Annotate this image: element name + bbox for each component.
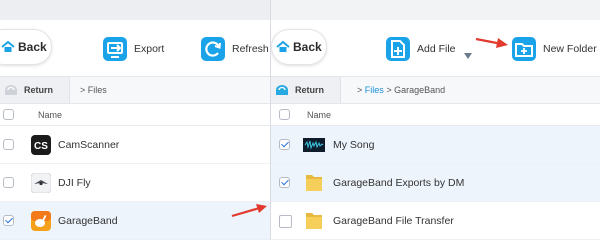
list-item[interactable]: GarageBand File Transfer [271,202,600,240]
breadcrumb: > Files [80,85,107,95]
row-checkbox[interactable] [3,177,14,188]
item-name: My Song [333,139,375,151]
svg-text:CS: CS [34,141,48,152]
home-icon [276,40,290,52]
list-item[interactable]: DJI Fly [0,164,270,202]
audio-file-thumbnail [303,138,325,152]
item-name: DJI Fly [58,177,91,189]
left-file-panel: Back Export Refresh Return > Files Name … [0,0,270,240]
window-top-bar [271,0,600,20]
return-label: Return [295,85,324,95]
column-header: Name [0,104,270,126]
folder-icon [306,213,322,229]
return-button[interactable]: Return [0,77,70,103]
name-column-header[interactable]: Name [307,110,331,120]
home-icon [1,40,15,52]
refresh-label: Refresh [232,43,269,55]
new-folder-button[interactable]: New Folder [509,34,597,64]
return-icon [5,85,17,95]
back-button[interactable]: Back [0,29,52,65]
new-folder-icon [512,37,536,61]
row-checkbox[interactable] [279,215,292,228]
return-icon [276,85,288,95]
breadcrumb-separator: > [357,85,363,95]
export-icon [103,37,127,61]
name-column-header[interactable]: Name [38,110,62,120]
select-all-checkbox[interactable] [279,109,290,120]
row-checkbox[interactable] [3,139,14,150]
back-label: Back [293,40,322,54]
breadcrumb-current[interactable]: Files [88,85,107,95]
list-item[interactable]: CS CamScanner [0,126,270,164]
item-name: CamScanner [58,139,120,151]
export-label: Export [134,43,165,55]
item-name: GarageBand Exports by DM [333,177,465,189]
breadcrumb: > Files > GarageBand [357,85,445,95]
return-button[interactable]: Return [271,77,341,103]
breadcrumb-separator: > [80,85,86,95]
select-all-checkbox[interactable] [3,109,14,120]
add-file-icon [386,37,410,61]
new-folder-label: New Folder [543,43,597,55]
breadcrumb-current: GarageBand [394,85,446,95]
right-file-panel: Back Add File New Folder Return > Files … [270,0,600,240]
add-file-label: Add File [417,43,456,55]
camscanner-app-icon: CS [31,135,51,155]
item-name: GarageBand [58,215,118,227]
path-bar: Return > Files [0,76,270,104]
add-file-button[interactable]: Add File [383,34,456,64]
path-bar: Return > Files > GarageBand [271,76,600,104]
breadcrumb-link-files[interactable]: Files [365,85,384,95]
folder-icon [306,175,322,191]
row-checkbox[interactable] [3,215,14,226]
refresh-icon [201,37,225,61]
row-checkbox[interactable] [279,139,290,150]
row-checkbox[interactable] [279,177,290,188]
list-item[interactable]: My Song [271,126,600,164]
column-header: Name [271,104,600,126]
garageband-app-icon [31,211,51,231]
list-item[interactable]: GarageBand Exports by DM [271,164,600,202]
export-button[interactable]: Export [100,34,164,64]
back-button[interactable]: Back [271,29,327,65]
back-label: Back [18,40,47,54]
window-top-bar [0,0,270,20]
list-item[interactable]: GarageBand [0,202,270,240]
dji-fly-app-icon [31,173,51,193]
chevron-down-icon[interactable] [463,52,473,60]
refresh-button[interactable]: Refresh [198,34,269,64]
item-name: GarageBand File Transfer [333,215,454,227]
breadcrumb-separator: > [386,85,392,95]
return-label: Return [24,85,53,95]
